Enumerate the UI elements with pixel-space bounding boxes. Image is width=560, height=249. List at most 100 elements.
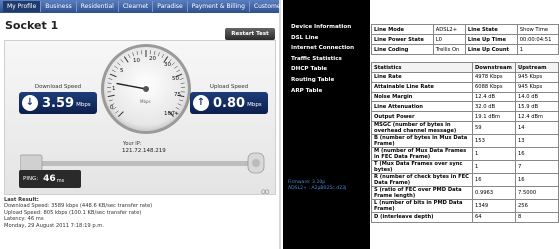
- stats-upstream-value: 8: [515, 211, 559, 223]
- status-label: Line Coding: [371, 44, 434, 55]
- stats-downstream-value: 19.1 dBm: [472, 111, 516, 122]
- stats-upstream-value: 16: [515, 172, 559, 187]
- download-arrow-icon: ↓: [22, 95, 38, 111]
- stats-upstream-value: 16: [515, 146, 559, 161]
- sidebar-item-dhcp-table[interactable]: DHCP Table: [283, 64, 370, 75]
- sidebar-item-dsl-line[interactable]: DSL Line: [283, 33, 370, 44]
- speedtest-widget: 0 1 5 10 20 30 50 75 100+ Mbps Download …: [4, 40, 276, 196]
- gauge-tick-label-5: 5: [120, 68, 124, 74]
- ip-address: 121.72.148.219: [122, 148, 166, 154]
- status-value: Show Time: [516, 24, 560, 35]
- adsl-version: ADSL2+ : A2pB025c.d23j: [288, 185, 347, 191]
- stats-header-downstream: Downstream: [472, 62, 516, 73]
- nav-tab-my-profile[interactable]: My Profile: [3, 1, 42, 12]
- stats-label: Attainable Line Rate: [371, 81, 473, 93]
- stats-downstream-value: 64: [472, 211, 516, 223]
- cable-plug-left: [20, 154, 43, 172]
- stats-label: MSGC (number of bytes in overhead channe…: [371, 120, 473, 135]
- download-speed-unit: Mbps: [76, 102, 91, 108]
- status-label: Line Up Time: [464, 34, 518, 45]
- last-result-download: Download Speed: 3589 kbps (448.6 KB/sec …: [4, 203, 153, 210]
- upload-arrow-icon: ↑: [193, 95, 209, 111]
- screenshot-root: My Profile Business Residential Clearnet…: [0, 0, 560, 249]
- stats-row: M (number of Mux Data Frames in FEC Data…: [371, 146, 559, 161]
- cable-connector-icon: [252, 159, 260, 167]
- stats-label: R (number of check bytes in FEC Data Fra…: [371, 172, 473, 187]
- ping-panel: PING: 46 ms: [19, 170, 81, 188]
- stats-downstream-value: 0.9963: [472, 185, 516, 200]
- stats-upstream-value: 15.9 dB: [515, 101, 559, 113]
- upload-speed-value: 0.80: [213, 95, 246, 111]
- stats-downstream-value: 16: [472, 172, 516, 187]
- status-label: Line Power State: [371, 34, 434, 45]
- stats-upstream-value: 13: [515, 133, 559, 148]
- gauge-tick-label-50: 50: [172, 76, 179, 82]
- nav-tab-residential[interactable]: Residential: [77, 1, 119, 12]
- stats-upstream-value: 7: [515, 159, 559, 174]
- stats-downstream-value: 32.0 dB: [472, 101, 516, 113]
- status-label: Line Mode: [371, 24, 434, 35]
- sidebar-item-routing-table[interactable]: Routing Table: [283, 75, 370, 86]
- brand-mark: OO: [261, 189, 270, 196]
- gauge-unit: Mbps: [140, 99, 151, 104]
- download-speed-value: 3.59: [42, 95, 75, 111]
- stats-upstream-value: 256: [515, 198, 559, 213]
- dsl-line-content: Line Mode ADSL2+ Line State Show Time Line P…: [371, 24, 560, 223]
- stats-downstream-value: 6088 Kbps: [472, 81, 516, 93]
- status-label: Line State: [464, 24, 518, 35]
- download-speed-panel: Download Speed ↓ 3.59 Mbps: [19, 83, 97, 115]
- stats-label: Line Rate: [371, 72, 473, 83]
- stats-downstream-value: 1: [472, 159, 516, 174]
- stats-row: Line Rate 4978 Kbps 945 Kbps: [371, 72, 559, 83]
- gauge-tick-label-1: 1: [112, 86, 116, 92]
- nav-tab-clearnet[interactable]: Clearnet: [119, 1, 154, 12]
- restart-test-button[interactable]: Restart Test: [225, 28, 275, 40]
- sidebar-item-internet-connection[interactable]: Internet Connection: [283, 43, 370, 54]
- status-value: 00:00:04:51: [516, 34, 560, 45]
- stats-label: D (interleave depth): [371, 211, 473, 223]
- stats-label: T (Mux Data Frames over sync bytes): [371, 159, 473, 174]
- stats-header-row: Statistics Downstream Upstream: [371, 62, 559, 73]
- sidebar-item-device-information[interactable]: Device Information: [283, 22, 370, 33]
- ip-label: Your IP:: [123, 141, 142, 147]
- status-label: Line Up Count: [464, 44, 518, 55]
- nav-tab-business[interactable]: Business: [41, 1, 77, 12]
- stats-row: Line Attenuation 32.0 dB 15.9 dB: [371, 101, 559, 113]
- status-row: Line Coding Trellis On Line Up Count 1: [371, 44, 560, 55]
- stats-row: Output Power 19.1 dBm 12.4 dBm: [371, 111, 559, 122]
- status-row: Line Mode ADSL2+ Line State Show Time: [371, 24, 560, 35]
- ping-label: PING:: [23, 176, 39, 182]
- stats-row: R (number of check bytes in FEC Data Fra…: [371, 172, 559, 187]
- stats-row: B (number of bytes in Mux Data Frame) 153…: [371, 133, 559, 148]
- status-row: Line Power State L0 Line Up Time 00:00:04:5…: [371, 34, 560, 45]
- gauge-hub: [143, 86, 149, 92]
- stats-label: S (ratio of FEC over PMD Data Frame leng…: [371, 185, 473, 200]
- stats-downstream-value: 1: [472, 146, 516, 161]
- speed-gauge: 0 1 5 10 20 30 50 75 100+ Mbps: [101, 44, 191, 134]
- nav-tab-payment-billing[interactable]: Payment & Billing: [188, 1, 250, 12]
- stats-row: T (Mux Data Frames over sync bytes) 1 7: [371, 159, 559, 174]
- stats-header-statistics: Statistics: [371, 62, 473, 73]
- stats-downstream-value: 1349: [472, 198, 516, 213]
- sidebar-item-traffic-statistics[interactable]: Traffic Statistics: [283, 54, 370, 65]
- stats-upstream-value: 14: [515, 120, 559, 135]
- last-result-timestamp: Monday, 29 August 2011 7:18:19 p.m.: [4, 222, 104, 229]
- page-title: Socket 1: [5, 19, 59, 32]
- gauge-tick-label-20: 20: [149, 56, 156, 62]
- gauge-tick-label-10: 10: [133, 58, 140, 64]
- stats-downstream-value: 4978 Kbps: [472, 72, 516, 83]
- stats-row: MSGC (number of bytes in overhead channe…: [371, 120, 559, 135]
- stats-row: L (number of bits in PMD Data Frame) 1349…: [371, 198, 559, 213]
- firmware-info: Firmware: 3.10p ADSL2+ : A2pB025c.d23j: [288, 180, 346, 191]
- stats-row: Noise Margin 12.4 dB 14.0 dB: [371, 91, 559, 103]
- stats-upstream-value: 7.5000: [515, 185, 559, 200]
- stats-label: M (number of Mux Data Frames in FEC Data…: [371, 146, 473, 161]
- upload-speed-unit: Mbps: [247, 102, 262, 108]
- stats-label: B (number of bytes in Mux Data Frame): [371, 133, 473, 148]
- nav-tab-paradise[interactable]: Paradise: [153, 1, 188, 12]
- status-value: L0: [432, 34, 466, 45]
- upload-speed-label: Upload Speed: [209, 84, 249, 90]
- stats-row: D (interleave depth) 64 8: [371, 211, 559, 223]
- stats-downstream-value: 59: [472, 120, 516, 135]
- sidebar-item-arp-table[interactable]: ARP Table: [283, 86, 370, 97]
